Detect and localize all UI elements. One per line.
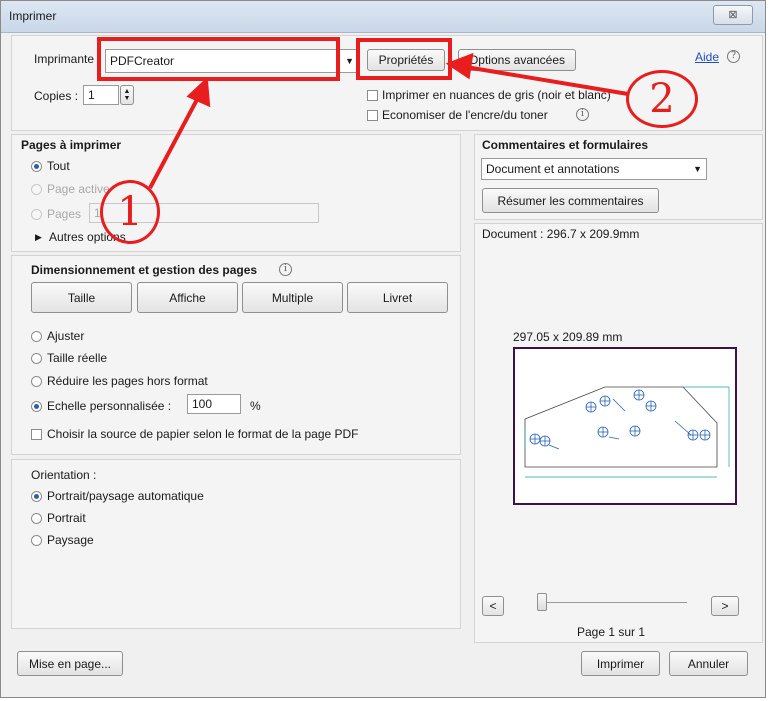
annotation-marker-1-text: 1 [117, 189, 143, 235]
annotation-marker-1: 1 [100, 180, 160, 244]
annotation-marker-2: 2 [626, 70, 698, 128]
annotation-marker-2-text: 2 [649, 76, 675, 122]
